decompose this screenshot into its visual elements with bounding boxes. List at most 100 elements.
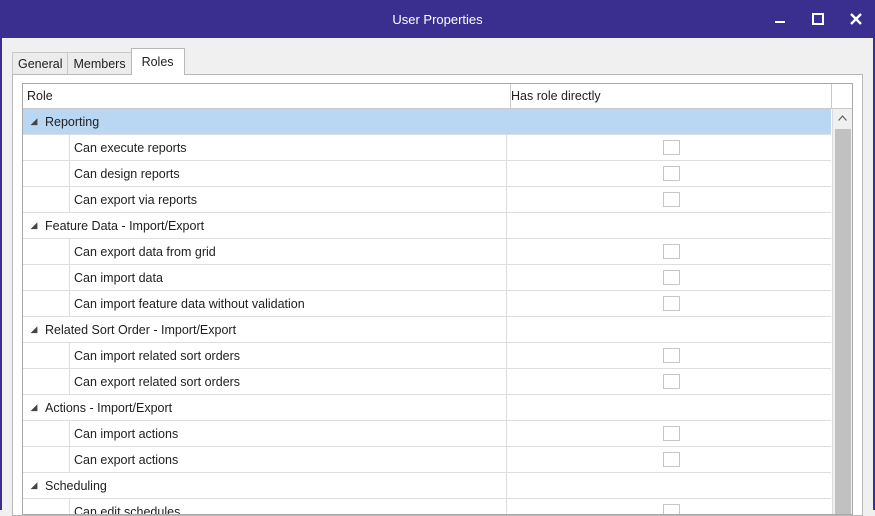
table-row[interactable]: Can execute reports (23, 135, 831, 161)
role-cell: Can import data (23, 265, 507, 290)
role-cell: Can export data from grid (23, 239, 507, 264)
has-role-checkbox[interactable] (663, 270, 680, 285)
has-role-checkbox[interactable] (663, 244, 680, 259)
vertical-scrollbar[interactable] (832, 109, 852, 514)
has-role-checkbox[interactable] (663, 192, 680, 207)
role-label: Can export related sort orders (74, 374, 241, 389)
table-row[interactable]: Can import actions (23, 421, 831, 447)
collapse-icon[interactable]: ◢ (23, 402, 45, 413)
table-row[interactable]: Can import related sort orders (23, 343, 831, 369)
role-cell: ◢ Feature Data - Import/Export (23, 213, 507, 238)
minimize-button[interactable] (761, 0, 799, 38)
group-row[interactable]: ◢ Reporting (23, 109, 831, 135)
has-role-checkbox[interactable] (663, 140, 680, 155)
collapse-icon[interactable]: ◢ (23, 480, 45, 491)
role-label: Can import feature data without validati… (74, 296, 305, 311)
role-label: Can import actions (74, 426, 179, 441)
role-cell: Can import actions (23, 421, 507, 446)
close-icon (850, 13, 862, 25)
table-row[interactable]: Can edit schedules (23, 499, 831, 514)
table-row[interactable]: Can import data (23, 265, 831, 291)
table-row[interactable]: Can export data from grid (23, 239, 831, 265)
has-role-cell (507, 447, 831, 472)
minimize-icon (775, 21, 785, 23)
has-role-cell (507, 213, 831, 238)
has-role-cell (507, 499, 831, 514)
window-border-left (0, 38, 2, 510)
role-cell: ◢ Actions - Import/Export (23, 395, 507, 420)
row-indent (23, 161, 70, 186)
role-label: Can design reports (74, 166, 180, 181)
group-label: Related Sort Order - Import/Export (45, 322, 237, 337)
maximize-button[interactable] (799, 0, 837, 38)
has-role-cell (507, 473, 831, 498)
has-role-cell (507, 291, 831, 316)
row-indent (23, 239, 70, 264)
maximize-icon (812, 13, 824, 25)
has-role-checkbox[interactable] (663, 426, 680, 441)
has-role-cell (507, 421, 831, 446)
group-row[interactable]: ◢ Related Sort Order - Import/Export (23, 317, 831, 343)
table-row[interactable]: Can import feature data without validati… (23, 291, 831, 317)
row-indent (23, 291, 70, 316)
grid-rows: ◢ Reporting Can execute reports Can design … (23, 109, 831, 514)
scroll-up-button[interactable] (833, 109, 852, 127)
role-label: Can import data (74, 270, 163, 285)
has-role-checkbox[interactable] (663, 166, 680, 181)
role-cell: Can export via reports (23, 187, 507, 212)
row-indent (23, 447, 70, 472)
has-role-checkbox[interactable] (663, 296, 680, 311)
has-role-cell (507, 161, 831, 186)
scrollbar-thumb[interactable] (835, 129, 851, 514)
close-button[interactable] (837, 0, 875, 38)
role-cell: ◢ Scheduling (23, 473, 507, 498)
has-role-cell (507, 109, 831, 134)
table-row[interactable]: Can export via reports (23, 187, 831, 213)
role-cell: Can design reports (23, 161, 507, 186)
has-role-checkbox[interactable] (663, 374, 680, 389)
title-bar: User Properties (0, 0, 875, 38)
has-role-cell (507, 135, 831, 160)
role-cell: Can export related sort orders (23, 369, 507, 394)
has-role-cell (507, 317, 831, 342)
row-indent (23, 421, 70, 446)
column-header-has-role[interactable]: Has role directly (507, 84, 832, 108)
roles-grid: Role Has role directly ◢ Reporting Can exe… (22, 83, 853, 515)
role-cell: Can import related sort orders (23, 343, 507, 368)
has-role-checkbox[interactable] (663, 348, 680, 363)
group-label: Feature Data - Import/Export (45, 218, 205, 233)
role-label: Can export data from grid (74, 244, 216, 259)
has-role-cell (507, 395, 831, 420)
role-label: Can export actions (74, 452, 179, 467)
row-indent (23, 499, 70, 514)
window-controls (761, 0, 875, 38)
has-role-cell (507, 343, 831, 368)
row-indent (23, 369, 70, 394)
group-row[interactable]: ◢ Scheduling (23, 473, 831, 499)
has-role-checkbox[interactable] (663, 452, 680, 467)
group-row[interactable]: ◢ Actions - Import/Export (23, 395, 831, 421)
table-row[interactable]: Can export actions (23, 447, 831, 473)
chevron-up-icon (838, 115, 847, 121)
group-row[interactable]: ◢ Feature Data - Import/Export (23, 213, 831, 239)
tab-members[interactable]: Members (67, 52, 132, 75)
role-label: Can import related sort orders (74, 348, 241, 363)
has-role-cell (507, 369, 831, 394)
row-indent (23, 265, 70, 290)
table-row[interactable]: Can design reports (23, 161, 831, 187)
row-indent (23, 135, 70, 160)
table-row[interactable]: Can export related sort orders (23, 369, 831, 395)
tab-general[interactable]: General (12, 52, 69, 75)
role-cell: ◢ Related Sort Order - Import/Export (23, 317, 507, 342)
has-role-cell (507, 265, 831, 290)
collapse-icon[interactable]: ◢ (23, 116, 45, 127)
collapse-icon[interactable]: ◢ (23, 220, 45, 231)
group-label: Actions - Import/Export (45, 400, 173, 415)
collapse-icon[interactable]: ◢ (23, 324, 45, 335)
column-header-role[interactable]: Role (23, 84, 511, 108)
roles-tab-panel: Role Has role directly ◢ Reporting Can exe… (12, 74, 863, 516)
role-cell: Can execute reports (23, 135, 507, 160)
role-label: Can execute reports (74, 140, 187, 155)
group-label: Scheduling (45, 478, 107, 493)
tab-roles[interactable]: Roles (130, 48, 185, 75)
